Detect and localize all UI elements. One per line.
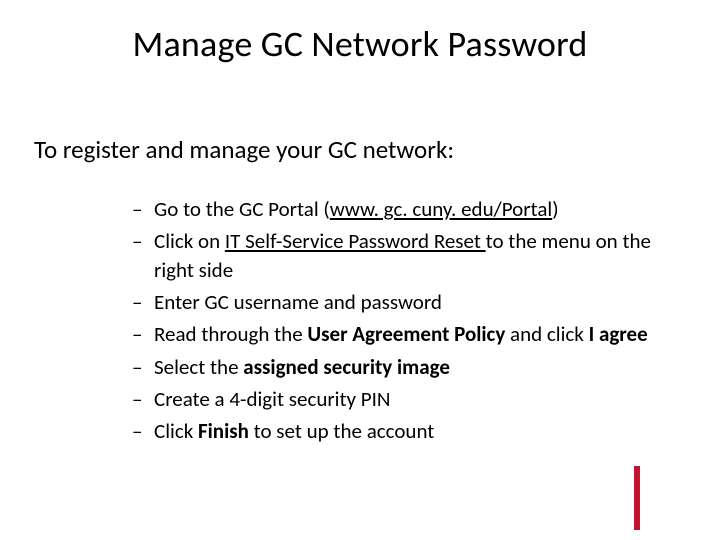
logo-sub: CITY UNIVERSITY OF NEW YORK: [604, 530, 616, 540]
bullet-4-bold1: User Agreement Policy: [307, 321, 510, 347]
intro-text: To register and manage your GC network:: [34, 134, 454, 165]
logo-line3: CENTER: [593, 530, 604, 540]
logo-line2: GRADUATE: [582, 530, 593, 540]
bullet-7-pre: Click: [154, 418, 198, 444]
logo-line1: THE: [571, 530, 582, 540]
bullet-7: Click Finish to set up the account: [132, 417, 680, 445]
bullet-5: Select the assigned security image: [132, 353, 680, 381]
bullet-4-bold2: I agree: [589, 321, 648, 347]
bullet-5-pre: Select the: [154, 354, 243, 380]
bullet-3: Enter GC username and password: [132, 288, 680, 316]
bullet-1: Go to the GC Portal (www. gc. cuny. edu/…: [132, 195, 680, 223]
bullet-6: Create a 4-digit security PIN: [132, 385, 680, 413]
bullet-7-bold: Finish: [198, 418, 254, 444]
bullet-5-bold: assigned security image: [243, 354, 450, 380]
bullet-2: Click on IT Self-Service Password Reset …: [132, 227, 680, 284]
bullet-list: Go to the GC Portal (www. gc. cuny. edu/…: [92, 195, 680, 450]
bullet-4-pre: Read through the: [154, 321, 307, 347]
slide: Manage GC Network Password To register a…: [0, 0, 720, 540]
portal-link[interactable]: www. gc. cuny. edu/Portal: [330, 196, 552, 222]
self-service-link[interactable]: IT Self-Service Password Reset: [225, 228, 486, 254]
logo-bar-icon: [634, 466, 640, 530]
bullet-1-pre: Go to the GC Portal (: [154, 196, 330, 222]
bullet-7-post: to set up the account: [254, 418, 435, 444]
bullet-1-post: ): [552, 196, 558, 222]
slide-title: Manage GC Network Password: [0, 22, 720, 66]
logo-text: THE GRADUATE CENTER CITY UNIVERSITY OF N…: [571, 530, 616, 540]
bullet-4-mid: and click: [510, 321, 589, 347]
bullet-4: Read through the User Agreement Policy a…: [132, 320, 680, 348]
bullet-2-pre: Click on: [154, 228, 225, 254]
gc-logo: THE GRADUATE CENTER CITY UNIVERSITY OF N…: [634, 466, 710, 530]
